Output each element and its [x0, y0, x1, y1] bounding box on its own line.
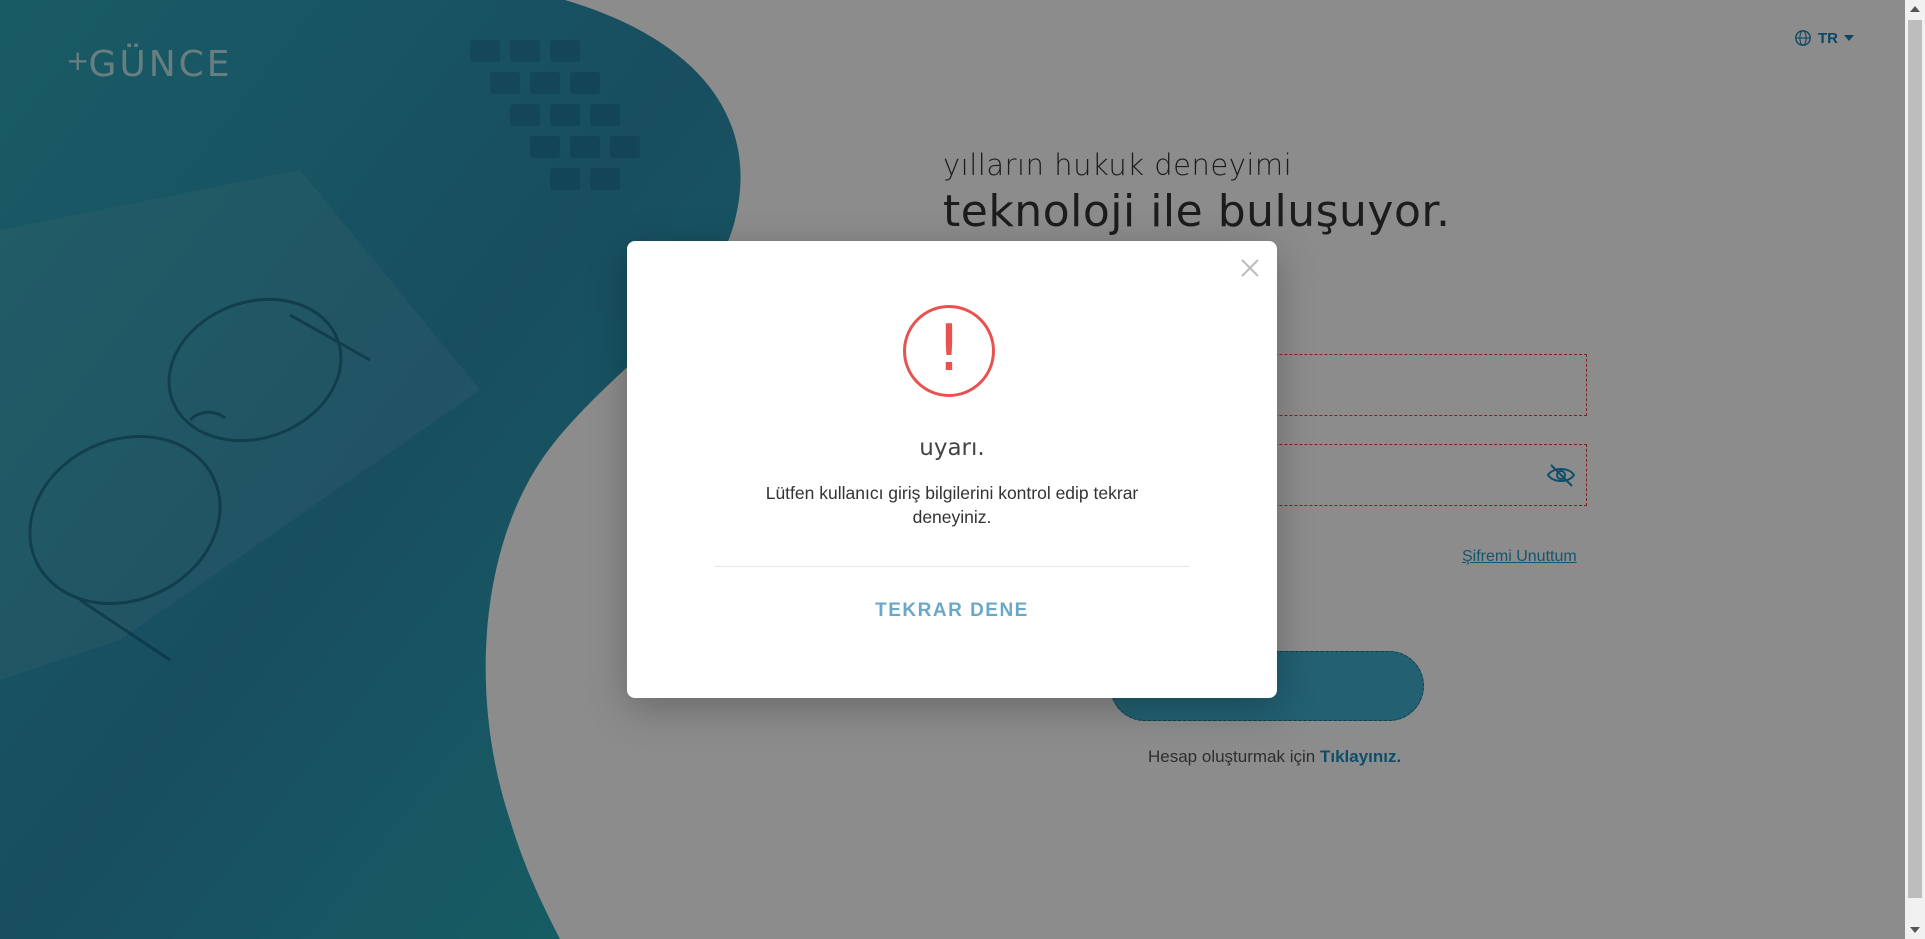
scroll-up-arrow-icon[interactable]	[1910, 6, 1920, 12]
modal-message: Lütfen kullanıcı giriş bilgilerini kontr…	[765, 483, 1139, 527]
modal-divider	[715, 566, 1189, 567]
scrollbar-thumb[interactable]	[1908, 20, 1922, 898]
page-scrollbar[interactable]	[1905, 0, 1925, 939]
modal-title: uyarı.	[919, 435, 985, 461]
scroll-down-arrow-icon[interactable]	[1910, 927, 1920, 933]
warning-icon: !	[903, 305, 995, 397]
alert-modal: ! uyarı. Lütfen kullanıcı giriş bilgiler…	[627, 241, 1277, 698]
close-icon[interactable]	[1237, 255, 1263, 281]
login-page: +GÜNCE TR yılların hukuk deneyimi teknol…	[0, 0, 1905, 939]
retry-button[interactable]: TEKRAR DENE	[852, 591, 1052, 631]
warning-symbol: !	[936, 312, 962, 386]
